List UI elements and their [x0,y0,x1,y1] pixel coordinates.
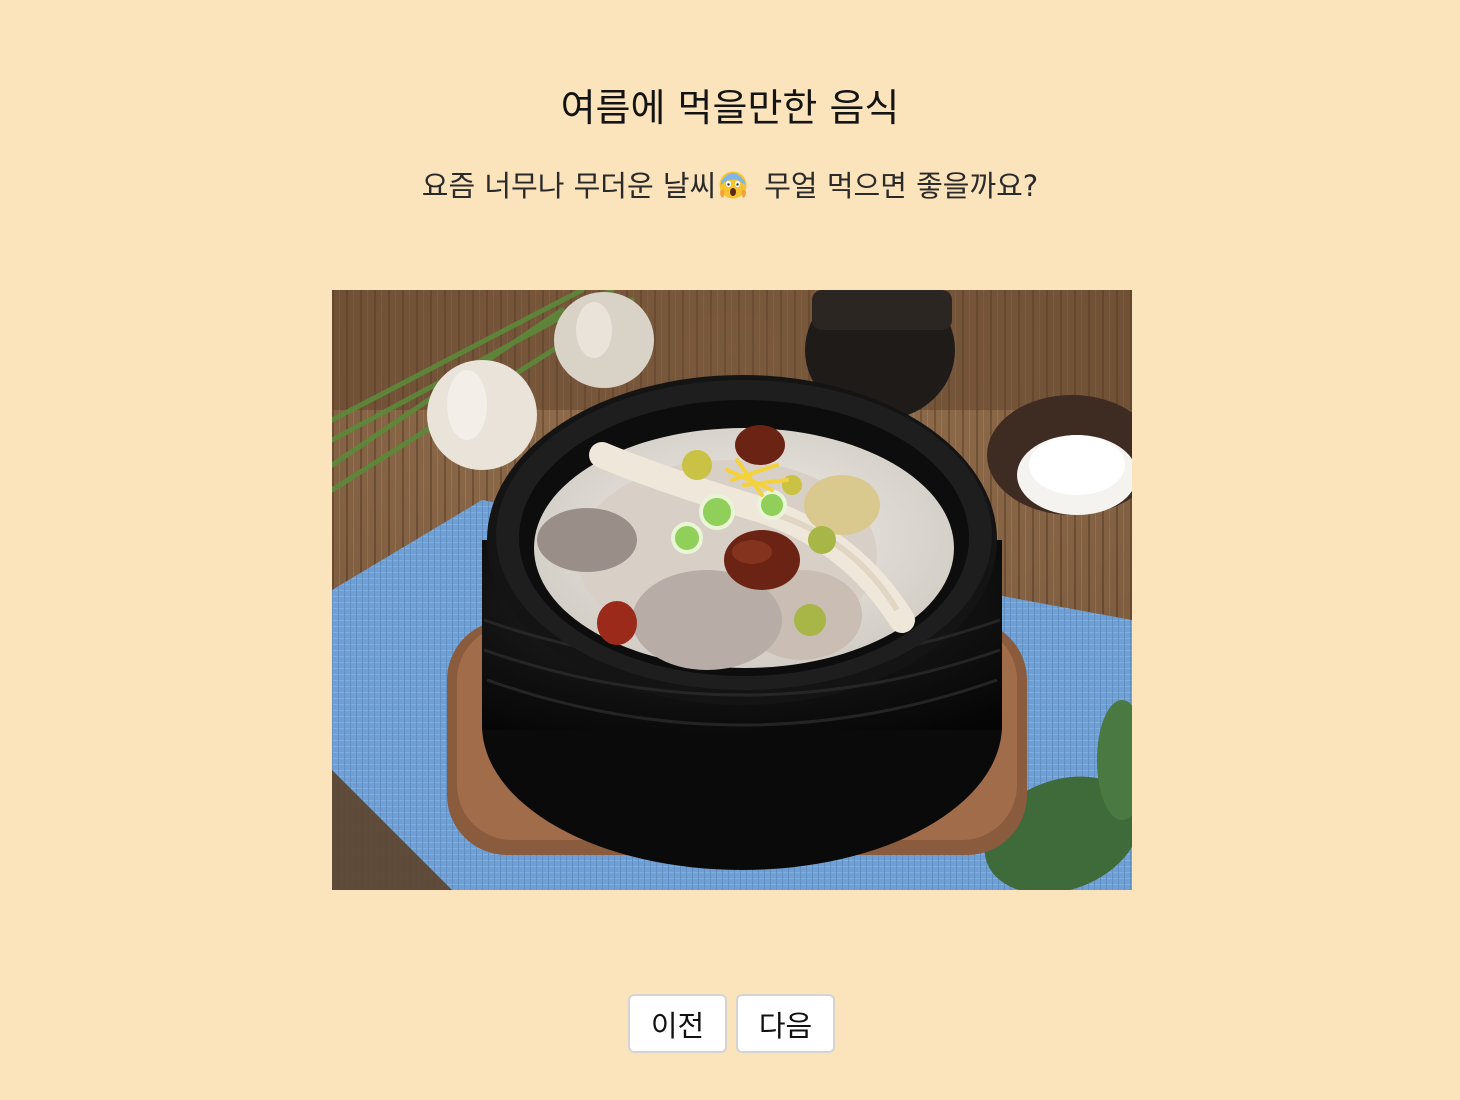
page-title: 여름에 먹을만한 음식 [560,86,900,130]
subtitle-text-after: 무얼 먹으면 좋을까요? [764,169,1039,203]
subtitle-text-before: 요즘 너무나 무더운 날씨 [421,169,717,203]
face-screaming-in-fear-icon [718,170,748,200]
samgyetang-photo [332,290,1132,890]
page-subtitle: 요즘 너무나 무더운 날씨 무얼 먹으면 좋을까요? [0,166,1460,206]
page: 여름에 먹을만한 음식 요즘 너무나 무더운 날씨 무얼 먹으면 좋을까요? 이… [0,0,1460,1100]
pagination-nav: 이전 다음 [628,994,835,1053]
next-button[interactable]: 다음 [736,994,835,1053]
prev-button[interactable]: 이전 [628,994,727,1053]
